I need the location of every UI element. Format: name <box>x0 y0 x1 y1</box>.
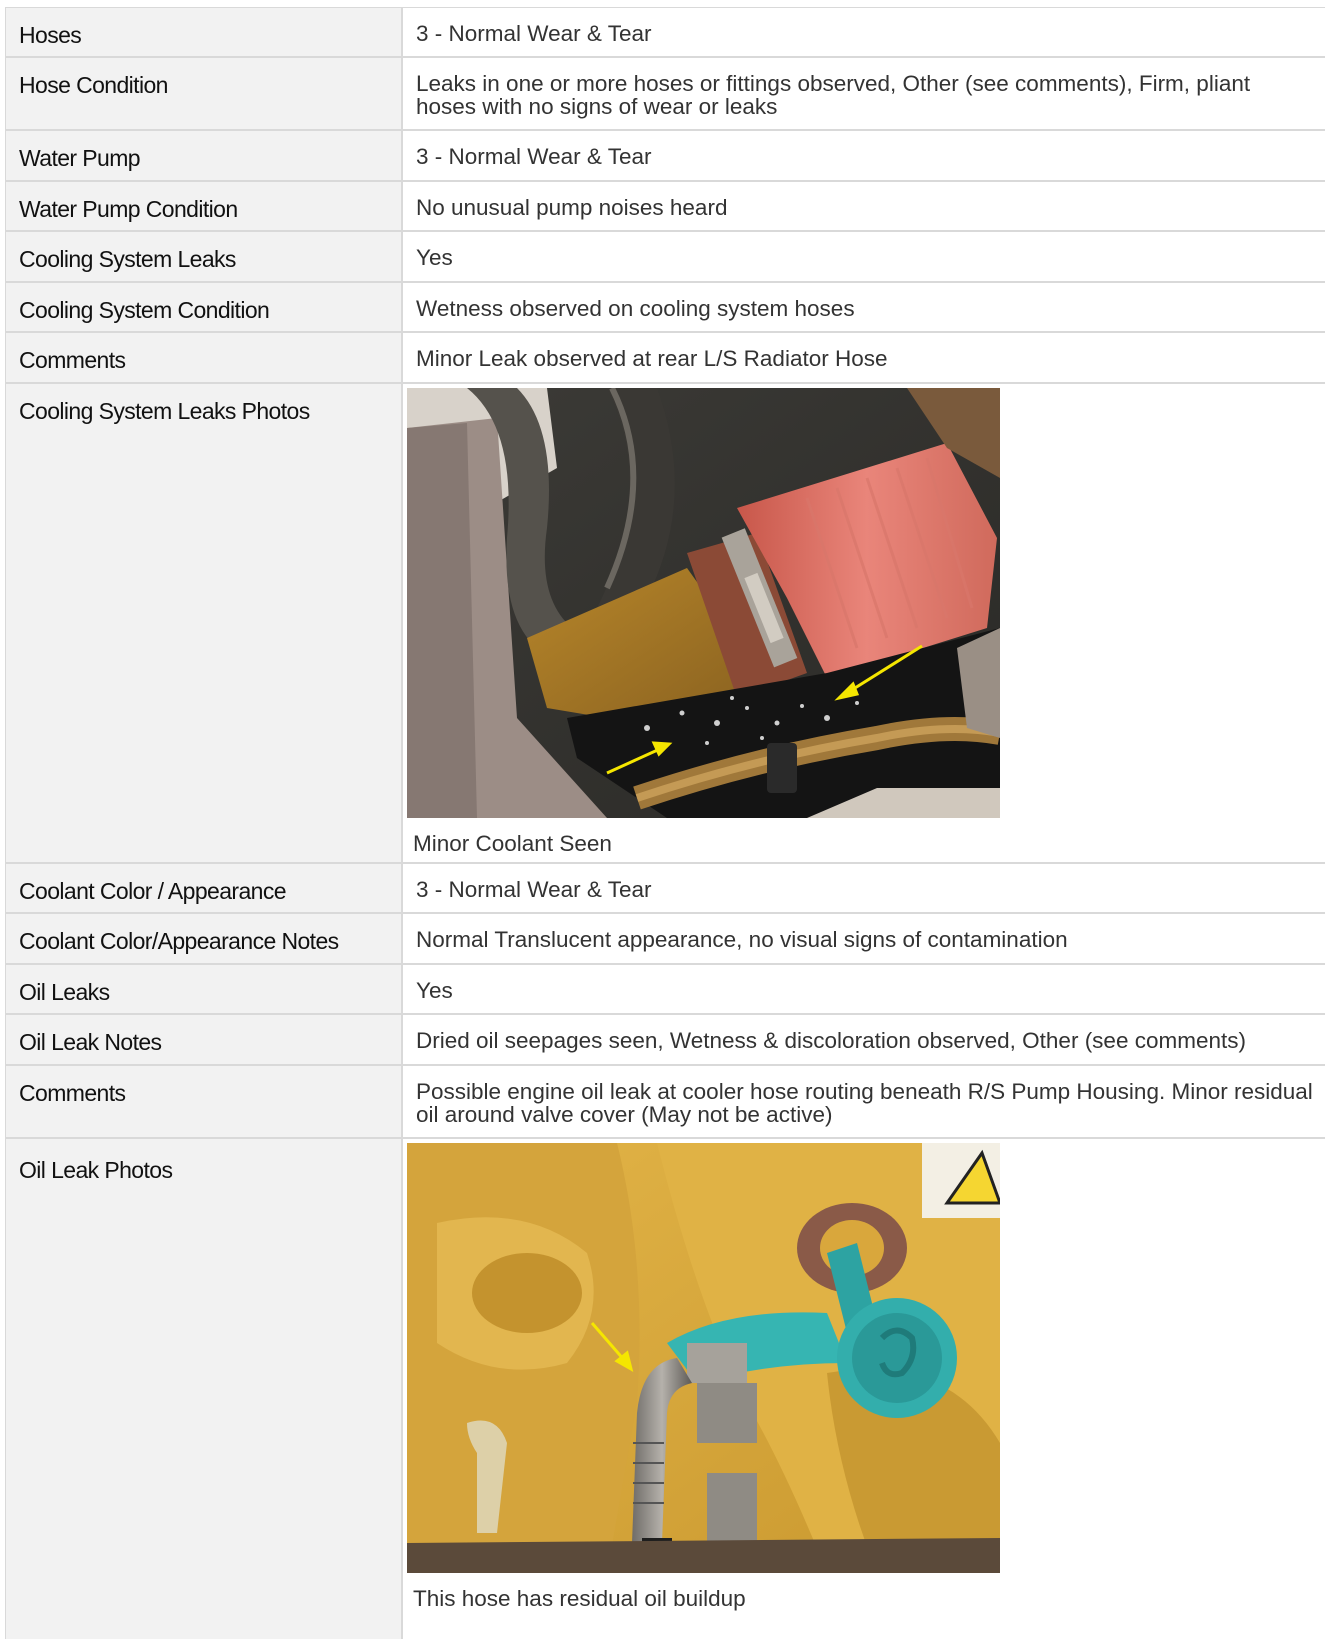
row-label: Comments <box>6 333 403 382</box>
table-row: Comments Possible engine oil leak at coo… <box>6 1066 1325 1139</box>
row-label: Comments <box>6 1066 403 1137</box>
row-value: Yes <box>416 978 453 1003</box>
row-label: Hoses <box>6 8 403 56</box>
oil-leak-photo[interactable] <box>407 1143 1000 1573</box>
row-label: Oil Leaks <box>6 965 403 1013</box>
row-value: No unusual pump noises heard <box>416 195 728 220</box>
row-value: Wetness observed on cooling system hoses <box>416 296 855 321</box>
photo-cell: This hose has residual oil buildup <box>403 1139 1325 1639</box>
table-row: Water Pump 3 - Normal Wear & Tear <box>6 131 1325 182</box>
row-label: Cooling System Leaks Photos <box>6 384 403 862</box>
row-label: Water Pump Condition <box>6 182 403 230</box>
row-value: Normal Translucent appearance, no visual… <box>416 927 1068 952</box>
table-row: Cooling System Condition Wetness observe… <box>6 283 1325 333</box>
row-value: Possible engine oil leak at cooler hose … <box>416 1079 1313 1127</box>
row-label: Coolant Color/Appearance Notes <box>6 914 403 963</box>
row-value: 3 - Normal Wear & Tear <box>416 144 652 169</box>
cooling-leak-photo-image <box>407 388 1000 818</box>
table-row: Water Pump Condition No unusual pump noi… <box>6 182 1325 232</box>
row-label: Water Pump <box>6 131 403 180</box>
inspection-table: Hoses 3 - Normal Wear & Tear Hose Condit… <box>5 7 1325 1639</box>
row-value: 3 - Normal Wear & Tear <box>416 877 652 902</box>
table-row: Oil Leak Notes Dried oil seepages seen, … <box>6 1015 1325 1066</box>
row-value: Dried oil seepages seen, Wetness & disco… <box>416 1028 1246 1053</box>
photo-caption: This hose has residual oil buildup <box>413 1586 746 1611</box>
table-row: Coolant Color/Appearance Notes Normal Tr… <box>6 914 1325 965</box>
table-row: Hose Condition Leaks in one or more hose… <box>6 58 1325 131</box>
photo-caption: Minor Coolant Seen <box>413 831 612 856</box>
photo-cell: Minor Coolant Seen <box>403 384 1325 862</box>
table-row: Cooling System Leaks Yes <box>6 232 1325 283</box>
oil-leak-photo-image <box>407 1143 1000 1573</box>
cooling-leak-photo[interactable] <box>407 388 1000 818</box>
table-row: Oil Leak Photos This hose has residual o… <box>6 1139 1325 1639</box>
table-row: Oil Leaks Yes <box>6 965 1325 1015</box>
row-value: Leaks in one or more hoses or fittings o… <box>416 71 1251 119</box>
row-value: 3 - Normal Wear & Tear <box>416 21 652 46</box>
row-value: Yes <box>416 245 453 270</box>
row-label: Coolant Color / Appearance <box>6 864 403 912</box>
row-label: Hose Condition <box>6 58 403 129</box>
row-label: Cooling System Leaks <box>6 232 403 281</box>
table-row: Hoses 3 - Normal Wear & Tear <box>6 8 1325 58</box>
row-label: Oil Leak Photos <box>6 1139 403 1639</box>
table-row: Cooling System Leaks Photos Minor Coolan… <box>6 384 1325 864</box>
table-row: Coolant Color / Appearance 3 - Normal We… <box>6 864 1325 914</box>
row-value: Minor Leak observed at rear L/S Radiator… <box>416 346 888 371</box>
table-row: Comments Minor Leak observed at rear L/S… <box>6 333 1325 384</box>
row-label: Oil Leak Notes <box>6 1015 403 1064</box>
row-label: Cooling System Condition <box>6 283 403 331</box>
